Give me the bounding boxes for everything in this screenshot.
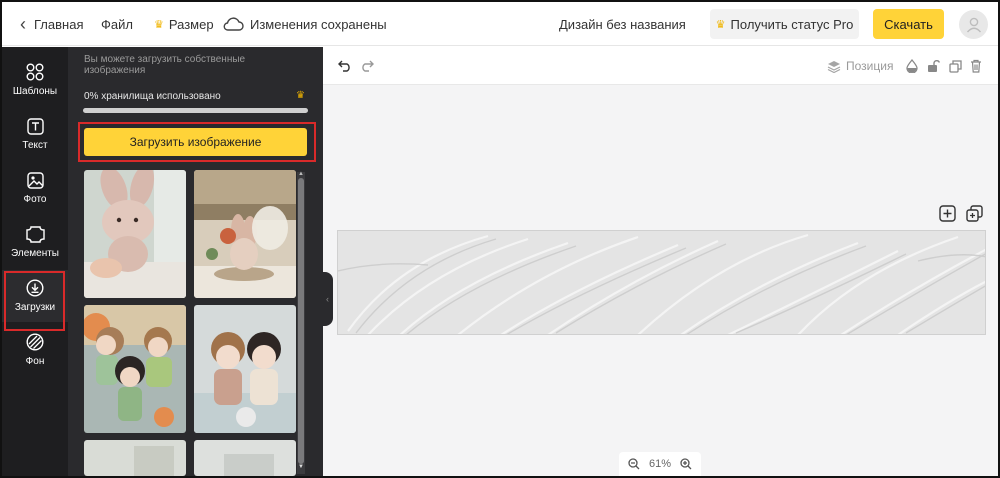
bunny-figurine-photo — [194, 170, 296, 298]
sidebar-item-label: Фон — [25, 356, 45, 367]
chevron-left-icon: ‹ — [326, 294, 329, 304]
cloud-icon — [223, 17, 244, 31]
add-page-icon — [938, 204, 956, 222]
design-name[interactable]: Дизайн без названия — [559, 2, 686, 46]
uploaded-image[interactable] — [84, 170, 186, 298]
trash-icon — [971, 59, 981, 73]
uploads-hint: Вы можете загрузить собственные изображе… — [84, 54, 246, 76]
design-canvas[interactable] — [337, 230, 986, 335]
workspace: Позиция ‹ 61% — [322, 47, 998, 476]
editor-toolbar: Позиция — [323, 47, 998, 85]
get-pro-label: Получить статус Pro — [730, 16, 854, 32]
transparency-button[interactable] — [904, 58, 920, 74]
file-label: Файл — [101, 16, 133, 32]
uploaded-image[interactable] — [84, 305, 186, 433]
user-icon — [966, 17, 981, 32]
grid-icon — [26, 63, 44, 81]
scrollbar-thumb[interactable] — [298, 178, 304, 464]
uploads-scrollbar[interactable]: ▲ ▼ — [297, 171, 305, 474]
avatar[interactable] — [959, 10, 988, 39]
scroll-down-arrow-icon[interactable]: ▼ — [297, 464, 305, 470]
sidebar-item-background[interactable]: Фон — [2, 324, 68, 376]
dolls-photo — [84, 305, 186, 433]
duplicate-page-button[interactable] — [965, 204, 983, 222]
uploaded-image[interactable] — [194, 305, 296, 433]
top-bar: ‹ Главная Файл ♛ Размер Изменения сохран… — [2, 2, 998, 46]
bunny-toy-photo — [84, 170, 186, 298]
download-label: Скачать — [884, 16, 933, 32]
redo-icon — [362, 60, 374, 72]
crown-icon: ♛ — [715, 18, 726, 31]
plaster-texture-background — [338, 231, 985, 334]
size-menu[interactable]: ♛ Размер — [154, 2, 214, 46]
upload-button-highlight — [78, 122, 316, 162]
uploaded-image[interactable] — [194, 440, 296, 476]
sidebar-item-label: Фото — [23, 193, 47, 205]
zoom-out-icon[interactable] — [628, 458, 640, 470]
unlock-icon — [927, 59, 940, 72]
lock-button[interactable] — [925, 58, 941, 74]
layers-icon — [827, 60, 841, 73]
sidebar-item-elements[interactable]: Элементы — [2, 216, 68, 268]
uploads-panel: Вы можете загрузить собственные изображе… — [68, 47, 323, 476]
image-icon — [26, 171, 44, 189]
background-icon — [26, 333, 44, 351]
zoom-level: 61% — [648, 458, 672, 470]
position-button[interactable]: Позиция — [827, 57, 893, 75]
text-icon — [26, 117, 44, 135]
sidebar-item-templates[interactable]: Шаблоны — [2, 54, 68, 106]
home-label: Главная — [34, 16, 84, 32]
add-page-button[interactable] — [938, 204, 956, 222]
undo-button[interactable] — [337, 58, 353, 74]
design-name-text: Дизайн без названия — [559, 16, 686, 32]
home-link[interactable]: ‹ Главная — [20, 2, 83, 46]
drop-icon — [906, 59, 918, 73]
partial-photo — [84, 440, 186, 476]
sidebar-item-label: Текст — [22, 139, 48, 151]
duplicate-page-icon — [965, 204, 983, 222]
elements-icon — [25, 225, 45, 243]
panel-collapse-handle[interactable]: ‹ — [322, 272, 333, 326]
chevron-left-icon: ‹ — [20, 14, 26, 34]
uploaded-image[interactable] — [194, 170, 296, 298]
zoom-in-icon[interactable] — [680, 458, 692, 470]
sidebar-item-label: Шаблоны — [12, 86, 58, 97]
sidebar-rail: Шаблоны Текст Фото Элементы Загрузки Фон — [2, 47, 68, 476]
zoom-control: 61% — [619, 452, 701, 476]
uploads-highlight — [4, 271, 65, 331]
sidebar-item-photo[interactable]: Фото — [2, 162, 68, 214]
save-status: Изменения сохранены — [223, 2, 387, 46]
uploaded-image[interactable] — [84, 440, 186, 476]
get-pro-button[interactable]: ♛ Получить статус Pro — [710, 9, 859, 39]
size-label: Размер — [168, 16, 214, 32]
download-button[interactable]: Скачать — [873, 9, 944, 39]
redo-button[interactable] — [359, 58, 375, 74]
crown-icon: ♛ — [154, 18, 164, 31]
undo-icon — [338, 60, 350, 72]
dolls-photo — [194, 305, 296, 433]
sidebar-item-label: Элементы — [11, 247, 59, 259]
position-label: Позиция — [846, 59, 894, 73]
sidebar-item-text[interactable]: Текст — [2, 108, 68, 160]
scroll-up-arrow-icon[interactable]: ▲ — [297, 171, 305, 177]
copy-icon — [948, 59, 962, 73]
save-status-text: Изменения сохранены — [250, 16, 387, 32]
delete-button[interactable] — [968, 58, 984, 74]
storage-progress-bar — [83, 108, 308, 113]
crown-icon: ♛ — [296, 90, 305, 101]
duplicate-button[interactable] — [947, 58, 963, 74]
partial-photo — [194, 440, 296, 476]
storage-usage-text: 0% хранилища использовано — [84, 91, 221, 102]
file-menu[interactable]: Файл — [101, 2, 133, 46]
